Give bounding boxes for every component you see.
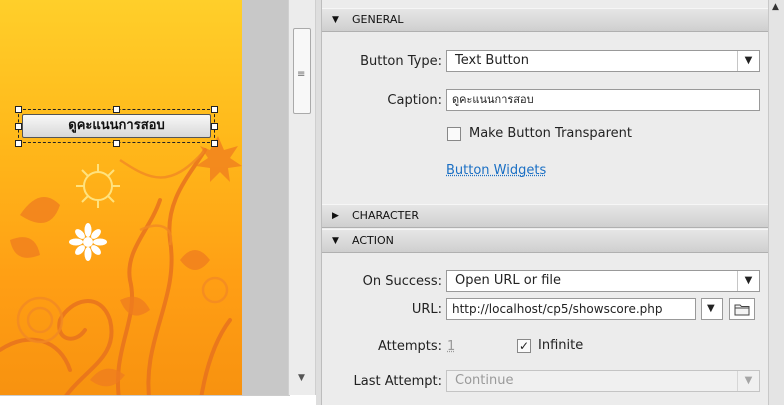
url-dropdown-button[interactable]: ▼	[701, 298, 723, 320]
url-label: URL:	[411, 302, 442, 317]
button-type-value: Text Button	[455, 53, 529, 68]
resize-handle-bottom-left[interactable]	[15, 140, 22, 147]
grip-icon: ≡	[297, 69, 306, 80]
workspace-background	[242, 0, 288, 395]
attempts-label: Attempts:	[377, 339, 442, 354]
resize-handle-top-right[interactable]	[211, 106, 218, 113]
on-success-value: Open URL or file	[455, 273, 562, 288]
button-widgets-link[interactable]: Button Widgets	[446, 163, 546, 178]
resize-handle-top-left[interactable]	[15, 106, 22, 113]
stage-canvas[interactable]: ดูคะแนนการสอบ	[0, 0, 242, 405]
last-attempt-value: Continue	[455, 373, 514, 388]
stage-text-button[interactable]: ดูคะแนนการสอบ	[22, 114, 211, 138]
scroll-up-arrow-icon[interactable]: ▲	[772, 2, 779, 12]
caption-label: Caption:	[387, 93, 442, 108]
resize-handle-middle-left[interactable]	[15, 123, 22, 130]
resize-handle-top-center[interactable]	[113, 106, 120, 113]
browse-file-button[interactable]	[729, 298, 755, 320]
triangle-down-icon: ▼	[332, 15, 339, 25]
properties-panel: ▼ GENERAL Button Type: Text Button ▼ Cap…	[322, 0, 768, 405]
triangle-down-icon: ▼	[332, 236, 339, 246]
selected-button-object[interactable]: ดูคะแนนการสอบ	[15, 106, 218, 147]
floral-background	[0, 136, 242, 405]
resize-handle-bottom-right[interactable]	[211, 140, 218, 147]
section-title: ACTION	[352, 234, 394, 247]
on-success-dropdown[interactable]: Open URL or file ▼	[446, 270, 760, 292]
caption-input[interactable]: ดูคะแนนการสอบ	[446, 89, 760, 111]
stage-vertical-scrollbar[interactable]: ≡ ▼	[288, 0, 316, 395]
folder-icon	[734, 304, 750, 316]
url-input[interactable]: http://localhost/cp5/showscore.php	[446, 298, 696, 320]
chevron-down-icon: ▼	[737, 271, 759, 291]
chevron-down-icon: ▼	[737, 371, 759, 391]
attempts-value[interactable]: 1	[447, 339, 455, 354]
on-success-label: On Success:	[362, 274, 442, 289]
chevron-down-icon: ▼	[737, 51, 759, 71]
make-transparent-label: Make Button Transparent	[469, 126, 633, 141]
infinite-checkbox[interactable]: ✓	[517, 339, 531, 353]
resize-handle-bottom-center[interactable]	[113, 140, 120, 147]
triangle-right-icon: ▶	[332, 211, 339, 221]
button-type-dropdown[interactable]: Text Button ▼	[446, 50, 760, 72]
last-attempt-dropdown: Continue ▼	[446, 370, 760, 392]
section-character-header[interactable]: ▶ CHARACTER	[322, 204, 768, 228]
stage-bottom-strip	[0, 395, 290, 405]
section-title: GENERAL	[352, 13, 404, 26]
infinite-label: Infinite	[538, 338, 584, 353]
section-action-header[interactable]: ▼ ACTION	[322, 229, 768, 253]
scroll-down-arrow-icon[interactable]: ▼	[298, 373, 305, 383]
resize-handle-middle-right[interactable]	[211, 123, 218, 130]
section-general-header[interactable]: ▼ GENERAL	[322, 8, 768, 32]
button-type-label: Button Type:	[360, 54, 442, 69]
make-transparent-checkbox[interactable]	[447, 127, 461, 141]
section-title: CHARACTER	[352, 209, 419, 222]
last-attempt-label: Last Attempt:	[353, 374, 442, 389]
chevron-down-icon: ▼	[707, 303, 715, 314]
panel-vertical-scrollbar[interactable]: ▲	[768, 0, 784, 405]
